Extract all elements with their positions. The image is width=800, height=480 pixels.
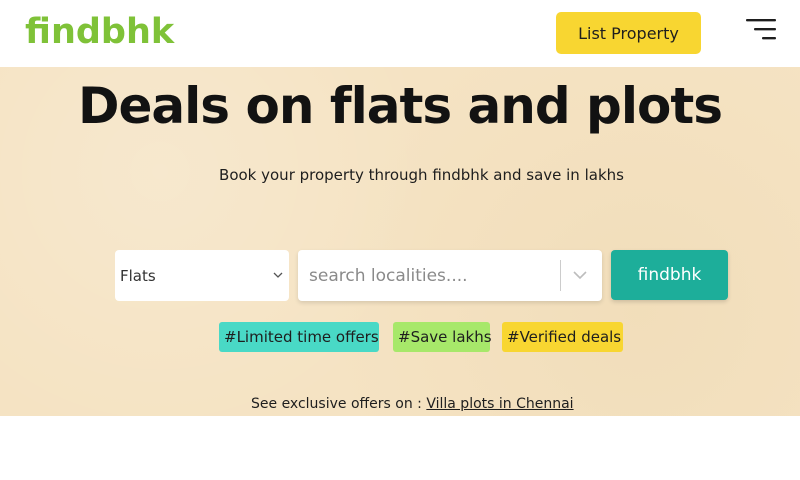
hamburger-menu-icon[interactable] [746,18,776,40]
chevron-down-icon[interactable] [573,268,587,282]
villa-plots-link[interactable]: Villa plots in Chennai [426,396,573,412]
tag-limited-time-offers[interactable]: #Limited time offers [219,322,379,352]
page-bottom [0,416,800,480]
locality-search-input[interactable] [298,250,560,301]
page-title: Deals on flats and plots [78,77,723,135]
tag-save-lakhs[interactable]: #Save lakhs [393,322,492,352]
chevron-down-icon [273,272,283,278]
page-subtitle: Book your property through findbhk and s… [219,166,624,184]
site-header: findbhk List Property [0,0,800,67]
search-submit-button[interactable]: findbhk [611,250,728,300]
search-divider [560,260,561,291]
property-type-value: Flats [120,266,156,285]
exclusive-offers-line: See exclusive offers on : Villa plots in… [251,396,574,412]
locality-search-box[interactable] [298,250,602,301]
site-logo[interactable]: findbhk [25,12,174,52]
tag-verified-deals[interactable]: #Verified deals [502,322,623,352]
list-property-button[interactable]: List Property [556,12,701,54]
property-type-select[interactable]: Flats [115,250,289,301]
offers-prefix: See exclusive offers on : [251,396,427,412]
